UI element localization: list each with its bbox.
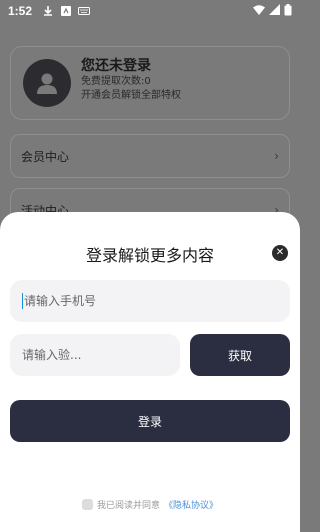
download-icon	[42, 5, 54, 17]
profile-card[interactable]: 您还未登录 免费提取次数:0 开通会员解锁全部特权	[10, 46, 290, 120]
status-right	[253, 3, 292, 19]
phone-input[interactable]	[10, 280, 290, 322]
close-icon: ✕	[275, 247, 285, 258]
keyboard-icon	[78, 5, 91, 17]
get-code-button[interactable]: 获取	[190, 334, 290, 376]
battery-icon	[284, 3, 292, 19]
profile-title: 您还未登录	[81, 58, 151, 74]
verification-code-input[interactable]	[10, 334, 180, 376]
app-notification-icon	[60, 5, 72, 17]
login-button[interactable]: 登录	[10, 400, 290, 442]
agreement-text: 我已阅读并同意	[96, 501, 160, 511]
sheet-title: 登录解锁更多内容	[85, 246, 214, 265]
agreement-checkbox[interactable]	[81, 499, 93, 510]
wifi-icon	[253, 4, 265, 19]
login-bottom-sheet: 登录解锁更多内容 ✕ 获取 登录 我已阅读并同意 《隐私协议》	[0, 212, 300, 532]
close-button[interactable]: ✕	[272, 245, 288, 261]
agreement-row: 我已阅读并同意 《隐私协议》	[0, 498, 300, 511]
menu-item-member-center[interactable]: 会员中心 ›	[10, 134, 290, 178]
profile-text: 您还未登录 免费提取次数:0 开通会员解锁全部特权	[81, 57, 181, 103]
user-icon	[37, 73, 57, 94]
free-count-text: 免费提取次数:0	[81, 76, 151, 87]
signal-icon	[269, 3, 280, 19]
status-bar: 1:52	[0, 0, 300, 22]
privacy-policy-link[interactable]: 《隐私协议》	[164, 498, 218, 511]
menu-item-label: 会员中心	[21, 149, 70, 164]
chevron-right-icon: ›	[274, 149, 279, 163]
profile-subtitle: 开通会员解锁全部特权	[81, 90, 181, 101]
status-time: 1:52	[8, 4, 33, 18]
avatar	[23, 59, 71, 107]
text-caret	[22, 293, 23, 309]
